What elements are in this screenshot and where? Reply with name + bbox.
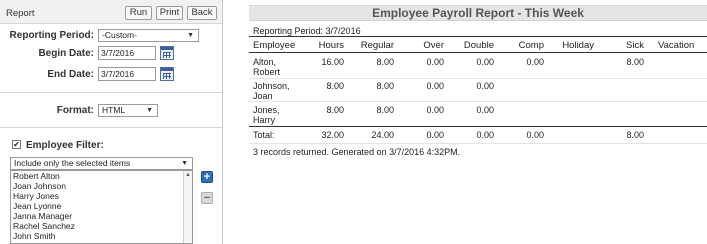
header-bottom-rule <box>249 52 707 53</box>
double-cell: 0.00 <box>476 105 494 115</box>
minus-icon[interactable]: − <box>201 192 213 204</box>
scroll-up-icon[interactable]: ▲ <box>185 172 191 178</box>
hours-cell: 16.00 <box>321 57 344 67</box>
list-item[interactable]: Janna Manager <box>11 211 192 221</box>
hours-cell: 8.00 <box>326 105 344 115</box>
filter-mode-value: Include only the selected items <box>14 158 131 168</box>
total-over: 0.00 <box>426 130 444 140</box>
reporting-period-select[interactable]: -Custom- ▼ <box>98 29 199 42</box>
column-header: Sick <box>626 40 644 51</box>
begin-date-input[interactable]: 3/7/2016 <box>98 46 156 60</box>
column-header: Hours <box>318 40 344 51</box>
calendar-icon[interactable] <box>160 46 174 60</box>
employee-filter-label: Employee Filter: <box>26 140 104 151</box>
row-separator <box>249 101 707 102</box>
section-divider <box>0 127 222 128</box>
report-parameters-panel: Report Run Print Back Reporting Period: … <box>0 0 223 244</box>
column-header: Double <box>463 40 494 51</box>
total-regular: 24.00 <box>371 130 394 140</box>
column-header: Regular <box>360 40 394 51</box>
print-button[interactable]: Print <box>156 6 183 20</box>
regular-cell: 8.00 <box>376 81 394 91</box>
column-header: Holiday <box>562 40 594 51</box>
regular-cell: 8.00 <box>376 57 394 67</box>
over-cell: 0.00 <box>426 105 444 115</box>
filter-mode-select[interactable]: Include only the selected items ▼ <box>10 157 193 170</box>
over-cell: 0.00 <box>426 57 444 67</box>
over-cell: 0.00 <box>426 81 444 91</box>
chevron-down-icon: ▼ <box>187 32 194 39</box>
end-date-label: End Date: <box>47 69 94 80</box>
total-double: 0.00 <box>476 130 494 140</box>
column-header: Over <box>423 40 444 51</box>
chevron-down-icon: ▼ <box>181 160 188 167</box>
report-period: Reporting Period: 3/7/2016 <box>253 26 361 36</box>
panel-title: Report <box>6 8 35 19</box>
comp-cell: 0.00 <box>526 57 544 67</box>
list-item[interactable]: Robert Alton <box>11 171 192 181</box>
list-item[interactable]: Rachel Sanchez <box>11 221 192 231</box>
employee-listbox[interactable]: Robert Alton Joan Johnson Harry Jones Je… <box>10 170 193 244</box>
total-label: Total: <box>253 130 275 140</box>
total-hours: 32.00 <box>321 130 344 140</box>
calendar-icon[interactable] <box>160 67 174 81</box>
listbox-scrollbar[interactable]: ▲ <box>183 171 192 243</box>
end-date-input[interactable]: 3/7/2016 <box>98 67 156 81</box>
total-rule <box>249 126 707 127</box>
report-title: Employee Payroll Report - This Week <box>249 5 707 21</box>
panel-header: Report Run Print Back <box>0 0 222 24</box>
column-header: Vacation <box>658 40 695 51</box>
report-output: Employee Payroll Report - This Week Repo… <box>249 0 707 244</box>
back-button[interactable]: Back <box>187 6 217 20</box>
begin-date-label: Begin Date: <box>38 48 94 59</box>
total-sick: 8.00 <box>626 130 644 140</box>
format-label: Format: <box>56 105 94 116</box>
format-select[interactable]: HTML ▼ <box>98 104 158 117</box>
reporting-period-value: -Custom- <box>102 30 137 40</box>
regular-cell: 8.00 <box>376 105 394 115</box>
plus-icon[interactable]: + <box>201 171 213 183</box>
employee-filter-checkbox[interactable]: ✔ <box>12 140 21 149</box>
column-header: Employee <box>253 40 296 51</box>
hours-cell: 8.00 <box>326 81 344 91</box>
total-comp: 0.00 <box>526 130 544 140</box>
chevron-down-icon: ▼ <box>146 107 153 114</box>
report-footer: 3 records returned. Generated on 3/7/201… <box>253 147 461 157</box>
sick-cell: 8.00 <box>626 57 644 67</box>
format-value: HTML <box>102 105 126 115</box>
reporting-period-label: Reporting Period: <box>9 30 94 41</box>
list-item[interactable]: Harry Jones <box>11 191 192 201</box>
section-divider <box>0 92 222 93</box>
footer-separator <box>249 143 707 144</box>
list-item[interactable]: John Smith <box>11 231 192 241</box>
row-separator <box>249 78 707 79</box>
list-item[interactable]: Jean Lyonne <box>11 201 192 211</box>
header-top-rule <box>249 36 707 37</box>
run-button[interactable]: Run <box>125 6 152 20</box>
column-header: Comp <box>518 40 544 51</box>
list-item[interactable]: Joan Johnson <box>11 181 192 191</box>
double-cell: 0.00 <box>476 81 494 91</box>
double-cell: 0.00 <box>476 57 494 67</box>
